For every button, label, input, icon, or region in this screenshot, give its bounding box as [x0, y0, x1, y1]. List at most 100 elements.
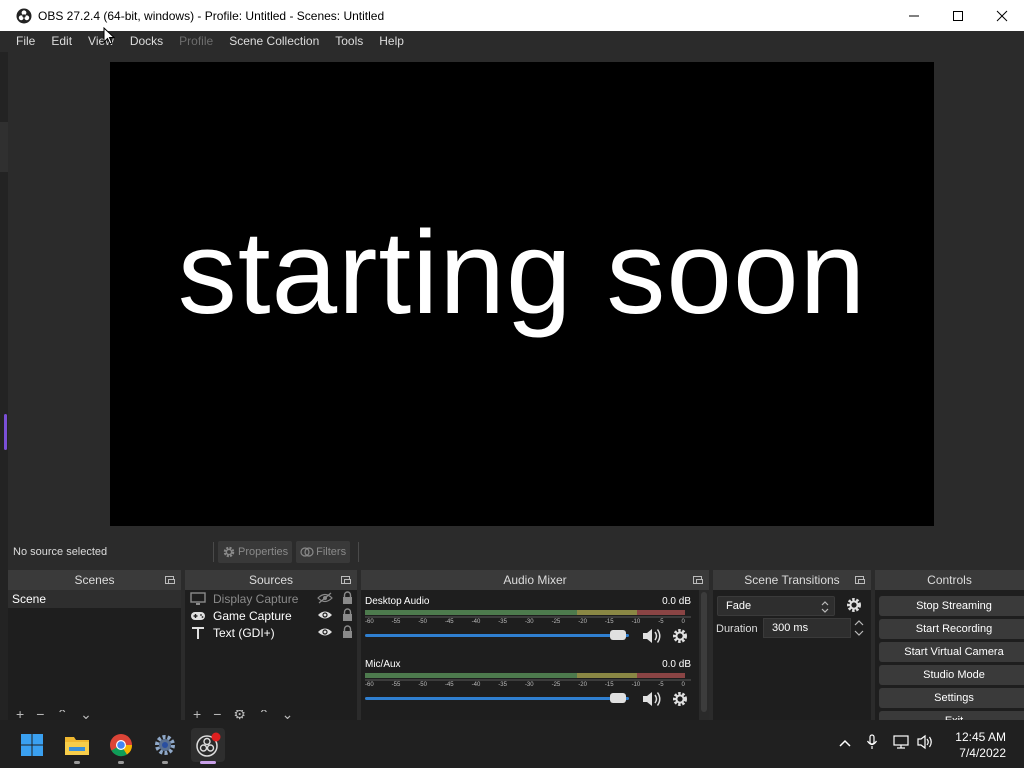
source-name: Text (GDI+)	[213, 625, 275, 640]
undock-icon[interactable]	[855, 576, 865, 584]
source-name: Display Capture	[213, 591, 299, 606]
gear-icon[interactable]: ⚙	[233, 710, 246, 720]
channel-name: Mic/Aux	[365, 659, 401, 670]
network-icon[interactable]	[892, 734, 910, 755]
maximize-icon	[953, 10, 963, 21]
running-indicator	[162, 761, 168, 764]
file-explorer-button[interactable]	[60, 728, 94, 764]
source-item[interactable]: Game Capture	[185, 607, 357, 624]
eye-icon[interactable]	[317, 626, 333, 641]
gear-icon	[223, 546, 235, 558]
mixer-channel-mic-aux: Mic/Aux 0.0 dB -60 -55 -50 -45 -40 -35 -30 -25-…	[365, 659, 691, 708]
properties-label: Properties	[238, 546, 289, 558]
chrome-icon	[110, 734, 133, 757]
running-indicator	[118, 761, 124, 764]
scene-transitions-title: Scene Transitions	[744, 573, 840, 587]
menu-view[interactable]: View	[80, 31, 122, 52]
channel-name: Desktop Audio	[365, 596, 430, 607]
exit-button[interactable]: Exit	[879, 711, 1024, 720]
windows-start-button[interactable]	[15, 728, 49, 762]
settings-app-button[interactable]	[148, 728, 182, 764]
scene-item[interactable]: Scene	[8, 590, 181, 608]
start-recording-button[interactable]: Start Recording	[879, 619, 1024, 639]
show-hidden-icons-icon[interactable]	[838, 735, 852, 753]
move-up-icon[interactable]: ⌃	[56, 710, 68, 720]
speaker-icon[interactable]	[641, 627, 663, 650]
menu-file[interactable]: File	[8, 31, 43, 52]
add-source-icon[interactable]: +	[193, 710, 201, 720]
stop-streaming-button[interactable]: Stop Streaming	[879, 596, 1024, 616]
source-item[interactable]: Display Capture	[185, 590, 357, 607]
close-button[interactable]	[980, 0, 1024, 31]
audio-mixer-body: Desktop Audio 0.0 dB -60 -55 -50 -45 -40 -35-…	[361, 590, 709, 720]
start-virtual-camera-button[interactable]: Start Virtual Camera	[879, 642, 1024, 662]
minimize-button[interactable]	[892, 0, 936, 31]
divider	[358, 542, 360, 562]
studio-mode-button[interactable]: Studio Mode	[879, 665, 1024, 685]
menu-docks[interactable]: Docks	[122, 31, 171, 52]
undock-icon[interactable]	[165, 576, 175, 584]
menu-profile[interactable]: Profile	[171, 31, 221, 52]
selected-source-status: No source selected	[13, 546, 108, 558]
scenes-list: Scene + − ⌃ ⌄	[8, 590, 181, 720]
menu-scene-collection[interactable]: Scene Collection	[221, 31, 327, 52]
filters-button[interactable]: Filters	[296, 541, 351, 563]
filters-label: Filters	[316, 546, 347, 558]
controls-title: Controls	[927, 573, 972, 587]
move-up-icon[interactable]: ⌃	[258, 710, 270, 720]
volume-slider[interactable]	[365, 697, 629, 700]
sources-title: Sources	[248, 573, 294, 587]
menu-help[interactable]: Help	[371, 31, 412, 52]
settings-button[interactable]: Settings	[879, 688, 1024, 708]
remove-source-icon[interactable]: −	[213, 710, 221, 720]
channel-level: 0.0 dB	[662, 596, 691, 607]
mixer-scrollbar[interactable]	[699, 590, 709, 720]
volume-meter	[365, 673, 691, 678]
volume-slider[interactable]	[365, 634, 629, 637]
duration-label: Duration	[716, 623, 758, 635]
volume-icon[interactable]	[916, 734, 934, 755]
duration-spinner[interactable]	[853, 618, 865, 643]
transition-select[interactable]: Fade	[717, 596, 835, 616]
remove-scene-icon[interactable]: −	[36, 710, 44, 720]
add-scene-icon[interactable]: +	[16, 710, 24, 720]
undock-icon[interactable]	[693, 576, 703, 584]
source-item[interactable]: Text (GDI+)	[185, 624, 357, 641]
gear-icon[interactable]	[845, 596, 863, 619]
volume-slider-handle[interactable]	[610, 693, 626, 703]
menu-edit[interactable]: Edit	[43, 31, 80, 52]
duration-input[interactable]: 300 ms	[763, 618, 851, 638]
scenes-dock: Scenes Scene + − ⌃ ⌄	[8, 570, 181, 720]
text-icon	[189, 626, 207, 640]
undock-icon[interactable]	[341, 576, 351, 584]
menu-tools[interactable]: Tools	[327, 31, 371, 52]
move-down-icon[interactable]: ⌄	[282, 710, 294, 720]
microphone-icon[interactable]	[866, 733, 878, 755]
maximize-button[interactable]	[936, 0, 980, 31]
lock-icon[interactable]	[342, 591, 353, 607]
lock-icon[interactable]	[342, 625, 353, 641]
eye-icon[interactable]	[317, 609, 333, 624]
audio-mixer-dock: Audio Mixer Desktop Audio 0.0 dB -60 -55-…	[361, 570, 709, 720]
properties-button[interactable]: Properties	[218, 541, 293, 563]
gear-icon[interactable]	[671, 690, 689, 713]
obs-taskbar-button[interactable]	[191, 728, 225, 764]
speaker-icon[interactable]	[641, 690, 663, 713]
eye-hidden-icon[interactable]	[317, 592, 333, 607]
mouse-cursor-icon	[103, 27, 115, 45]
preview-canvas[interactable]: starting soon	[110, 62, 934, 526]
controls-dock: Controls Stop Streaming Start Recording …	[875, 570, 1024, 720]
sources-dock: Sources Display Capture Game Capture Tex…	[185, 570, 357, 720]
move-down-icon[interactable]: ⌄	[80, 710, 92, 720]
scenes-footer: + − ⌃ ⌄	[8, 710, 181, 720]
scene-transitions-dock-title: Scene Transitions	[713, 570, 871, 590]
gear-icon[interactable]	[671, 627, 689, 650]
lock-icon[interactable]	[342, 608, 353, 624]
volume-slider-handle[interactable]	[610, 630, 626, 640]
chrome-button[interactable]	[104, 728, 138, 764]
clock[interactable]: 12:45 AM 7/4/2022	[955, 729, 1006, 761]
controls-dock-title: Controls	[875, 570, 1024, 590]
windows-logo-icon	[21, 734, 43, 756]
taskbar: 12:45 AM 7/4/2022	[0, 720, 1024, 768]
volume-meter-secondary	[365, 616, 691, 618]
